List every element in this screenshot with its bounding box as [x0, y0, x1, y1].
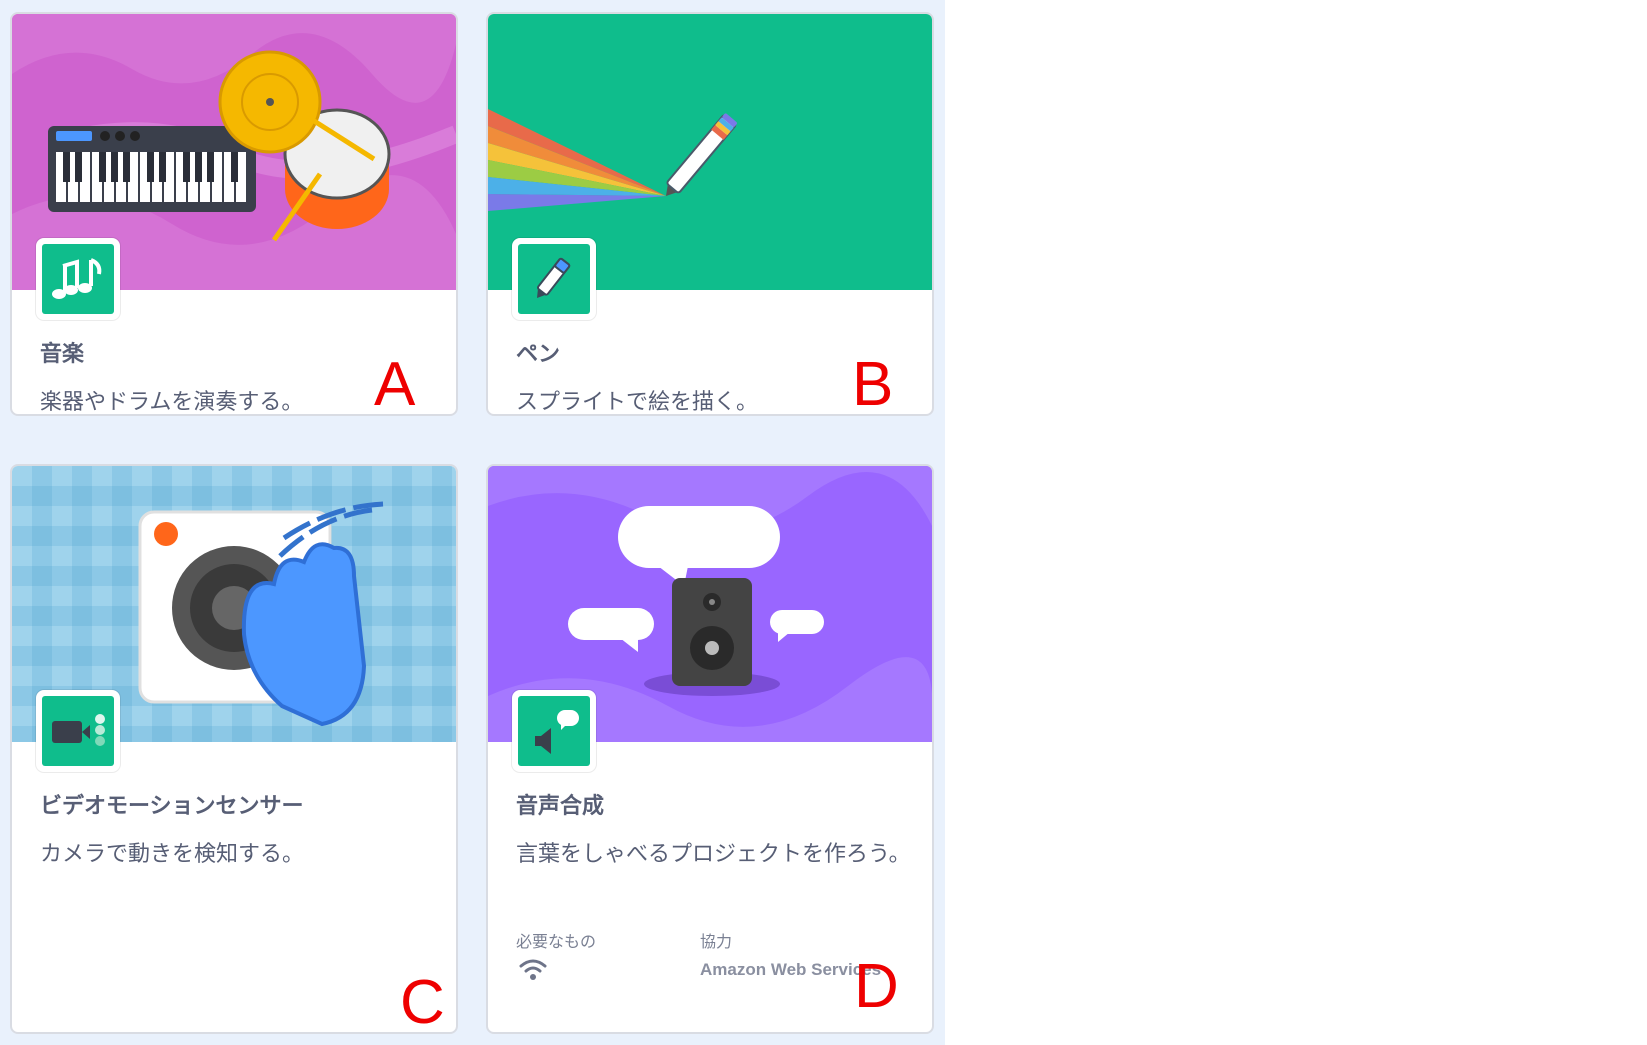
annotation-letter: C — [400, 968, 445, 1037]
speech-icon — [535, 710, 579, 754]
collaboration-label: 協力 — [700, 932, 733, 951]
pen-extension-icon — [512, 238, 596, 320]
text-to-speech-extension-icon — [512, 690, 596, 772]
card-title: ペン — [516, 342, 561, 367]
pen-icon — [537, 257, 571, 298]
wifi-icon — [518, 956, 548, 986]
card-title: ビデオモーションセンサー — [40, 794, 304, 819]
annotation-letter: A — [374, 350, 416, 419]
annotation-letter: B — [852, 350, 894, 419]
card-description: カメラで動きを検知する。 — [40, 842, 305, 867]
requires-label: 必要なもの — [516, 932, 597, 951]
card-title: 音声合成 — [516, 794, 605, 819]
annotation-letter: D — [854, 952, 899, 1021]
video-camera-icon — [52, 714, 105, 746]
extension-card-video-sensing[interactable]: ビデオモーションセンサー カメラで動きを検知する。 C — [10, 464, 458, 1034]
music-extension-icon — [36, 238, 120, 320]
card-title: 音楽 — [40, 342, 85, 367]
extension-card-pen[interactable]: ペン スプライトで絵を描く。 B — [486, 12, 934, 416]
card-description: 言葉をしゃべるプロジェクトを作ろう。 — [516, 842, 911, 867]
extension-card-text-to-speech[interactable]: 音声合成 言葉をしゃべるプロジェクトを作ろう。 必要なもの 協力 Amazon … — [486, 464, 934, 1034]
video-sensing-extension-icon — [36, 690, 120, 772]
music-notes-icon — [52, 258, 102, 299]
extension-card-music[interactable]: 音楽 楽器やドラムを演奏する。 A — [10, 12, 458, 416]
extension-library-panel: 音楽 楽器やドラムを演奏する。 A ペン スプライトで絵を描く。 B ビデオモー… — [0, 0, 945, 1045]
